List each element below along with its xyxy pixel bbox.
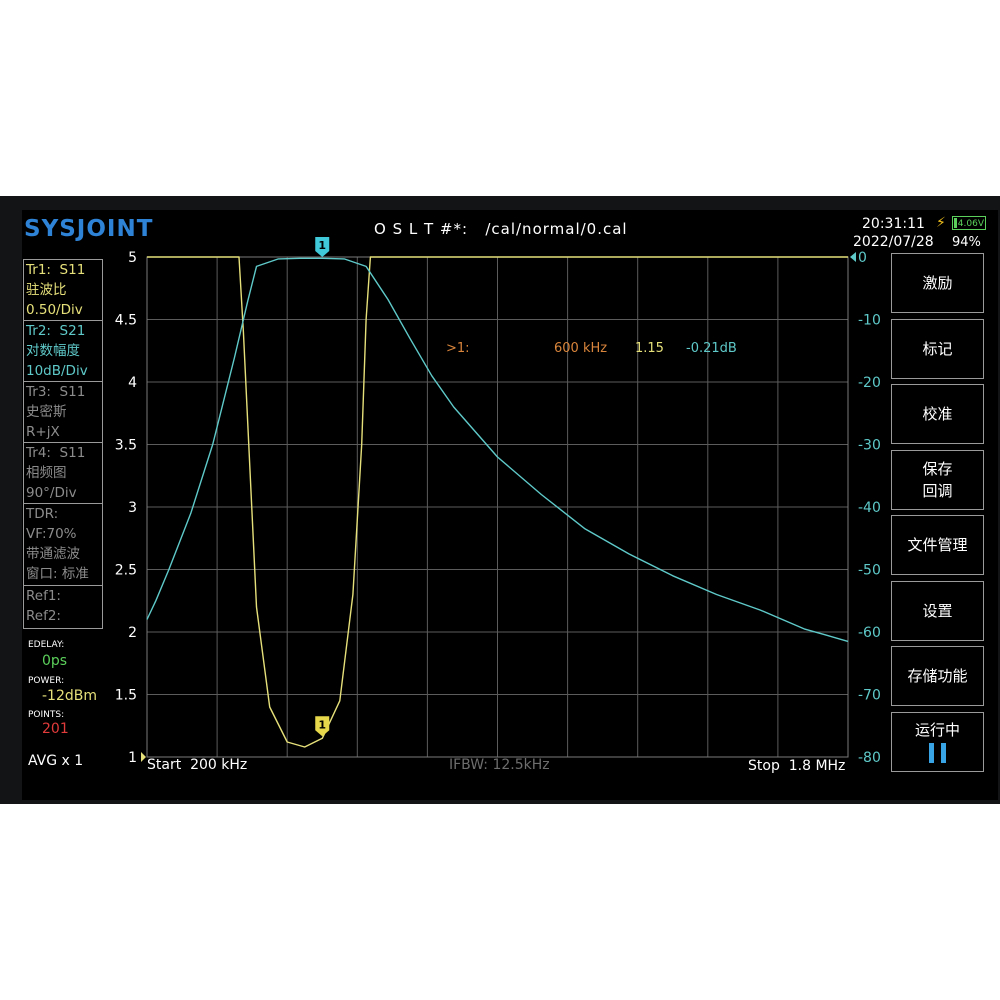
marker-number: 1 <box>318 718 326 731</box>
save-recall-button[interactable]: 保存 回调 <box>891 450 984 510</box>
start-frequency[interactable]: Start 200 kHz <box>147 757 247 773</box>
stimulus-button[interactable]: 激励 <box>891 253 984 313</box>
run-pause-button[interactable]: 运行中 <box>891 712 984 772</box>
right-axis-ticks: 0 -10 -20 -30 -40 -50 -60 -70 -80 <box>850 250 881 766</box>
marker-layer: 11 <box>315 237 330 737</box>
save-recall-label-line1: 保存 <box>922 460 953 478</box>
settings-button[interactable]: 设置 <box>891 581 984 641</box>
marker-readout-swr: 1.15 <box>635 341 664 356</box>
stop-frequency[interactable]: Stop 1.8 MHz <box>748 758 845 774</box>
marker-readout-id: >1: <box>446 341 470 356</box>
right-tick-label: -40 <box>858 500 881 516</box>
storage-button[interactable]: 存储功能 <box>891 646 984 706</box>
stimulus-button-label: 激励 <box>922 274 953 292</box>
marker-readout-frequency: 600 kHz <box>554 341 608 356</box>
marker-number: 1 <box>318 239 326 252</box>
right-tick-label: -70 <box>858 688 881 704</box>
marker-button-label: 标记 <box>922 340 953 358</box>
calibrate-button[interactable]: 校准 <box>891 384 984 444</box>
marker-1-tr2[interactable]: 1 <box>315 237 330 257</box>
right-tick-label: 0 <box>858 250 867 266</box>
right-ref-arrow-icon <box>850 252 856 262</box>
right-tick-label: -50 <box>858 563 881 579</box>
pause-icon <box>928 743 946 763</box>
left-tick-label: 3 <box>128 500 137 516</box>
right-tick-label: -30 <box>858 438 881 454</box>
storage-button-label: 存储功能 <box>907 667 968 685</box>
marker-1-tr1[interactable]: 1 <box>315 716 330 737</box>
measurement-plot[interactable]: 5 4.5 4 3.5 3 2.5 2 1.5 1 0 -10 -20 -30 -40 -50 -60 -70… <box>22 210 998 800</box>
calibrate-button-label: 校准 <box>922 405 953 423</box>
left-ref-arrow-icon <box>141 752 146 762</box>
analyzer-screen: SYSJOINT O S L T #*: /cal/normal/0.cal 2… <box>22 210 998 800</box>
save-recall-label-line2: 回调 <box>922 482 953 500</box>
file-manager-button[interactable]: 文件管理 <box>891 515 984 575</box>
left-tick-label: 1.5 <box>115 688 137 704</box>
left-tick-label: 4 <box>128 375 137 391</box>
left-tick-label: 1 <box>128 750 137 766</box>
left-tick-label: 3.5 <box>115 438 137 454</box>
marker-button[interactable]: 标记 <box>891 319 984 379</box>
left-tick-label: 2.5 <box>115 563 137 579</box>
ifbw-label[interactable]: IFBW: 12.5kHz <box>449 757 550 773</box>
right-tick-label: -80 <box>858 750 881 766</box>
file-manager-label: 文件管理 <box>907 536 968 554</box>
marker-readout-db: -0.21dB <box>686 341 737 356</box>
settings-button-label: 设置 <box>922 602 953 620</box>
run-status-label: 运行中 <box>914 721 960 739</box>
left-tick-label: 4.5 <box>115 313 137 329</box>
right-tick-label: -10 <box>858 313 881 329</box>
left-tick-label: 2 <box>128 625 137 641</box>
device-bezel: SYSJOINT O S L T #*: /cal/normal/0.cal 2… <box>0 196 1000 804</box>
right-tick-label: -20 <box>858 375 881 391</box>
right-tick-label: -60 <box>858 625 881 641</box>
left-tick-label: 5 <box>128 250 137 266</box>
left-axis-ticks: 5 4.5 4 3.5 3 2.5 2 1.5 1 <box>115 250 146 766</box>
